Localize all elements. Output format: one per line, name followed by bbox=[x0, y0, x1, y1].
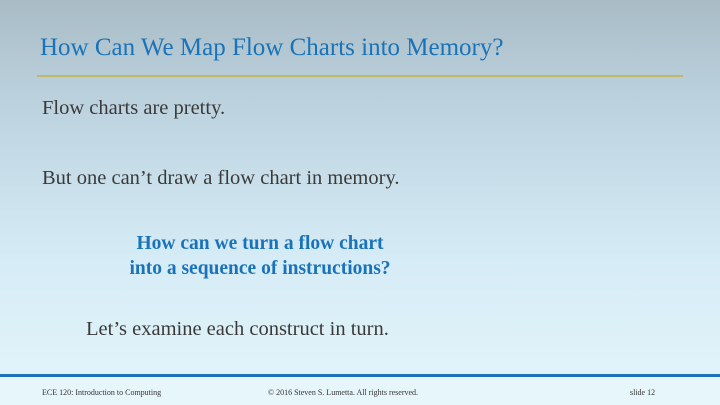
callout-line-1: How can we turn a flow chart bbox=[136, 233, 384, 254]
footer-course: ECE 120: Introduction to Computing bbox=[42, 388, 162, 397]
slide-title: How Can We Map Flow Charts into Memory? bbox=[40, 34, 504, 61]
slide: How Can We Map Flow Charts into Memory? … bbox=[0, 0, 720, 405]
bullet-text-3: Let’s examine each construct in turn. bbox=[86, 318, 389, 340]
footer-copyright: © 2016 Steven S. Lumetta. All rights res… bbox=[268, 388, 419, 397]
callout-line-2: into a sequence of instructions? bbox=[129, 258, 391, 279]
footer-slide-number: slide 12 bbox=[630, 388, 656, 397]
callout-question: How can we turn a flow chart into a sequ… bbox=[60, 231, 460, 281]
bullet-text-1: Flow charts are pretty. bbox=[42, 97, 226, 119]
title-underline bbox=[37, 75, 683, 77]
bullet-text-2: But one can’t draw a flow chart in memor… bbox=[42, 167, 400, 189]
